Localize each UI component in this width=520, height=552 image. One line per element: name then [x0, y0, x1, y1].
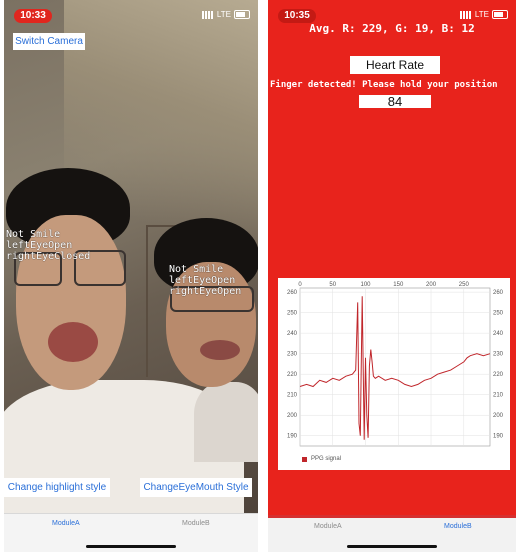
change-highlight-style-button[interactable]: Change highlight style: [4, 478, 110, 497]
status-bar: 10:33 LTE: [4, 0, 258, 28]
ppg-signal-line: [299, 296, 491, 440]
x-tick-label: 50: [329, 282, 336, 288]
person2-shirt: [194, 382, 258, 462]
home-indicator: [86, 545, 176, 548]
y-tick-label-left: 260: [287, 290, 298, 296]
tab-module-a[interactable]: ModuleA: [52, 520, 80, 527]
x-tick-label: 0: [298, 282, 302, 288]
battery-icon: [234, 10, 250, 19]
bpm-value: 84: [359, 95, 431, 108]
y-tick-label-left: 240: [287, 331, 298, 337]
x-tick-label: 250: [459, 282, 470, 288]
change-eye-mouth-style-button[interactable]: ChangeEyeMouth Style: [140, 478, 252, 497]
status-time: 10:33: [14, 9, 52, 23]
x-tick-label: 100: [361, 282, 372, 288]
average-rgb-label: Avg. R: 229, G: 19, B: 12: [309, 22, 475, 35]
face1-detection-label: Not Smile leftEyeOpen rightEyeClosed: [6, 229, 91, 262]
x-tick-label: 200: [426, 282, 437, 288]
face-detection-screen: 10:33 LTE Switch Camera Not Smile leftEy…: [4, 0, 258, 552]
status-time: 10:35: [278, 9, 316, 23]
y-tick-label-right: 260: [493, 290, 504, 296]
person1-mouth: [48, 322, 98, 362]
network-label: LTE: [474, 10, 489, 19]
ppg-chart: 190 190 200 200 210 210 220 220 230 230 240 240 250 2…: [278, 278, 510, 470]
signal-icon: [201, 10, 214, 19]
y-tick-label-right: 230: [493, 352, 504, 358]
legend-label: PPG signal: [311, 456, 342, 462]
finger-detected-message: Finger detected! Please hold your positi…: [270, 80, 498, 90]
tab-module-b[interactable]: ModuleB: [444, 523, 472, 530]
switch-camera-button[interactable]: Switch Camera: [13, 33, 85, 50]
battery-icon: [492, 10, 508, 19]
chart-legend: PPG signal: [302, 456, 341, 462]
y-tick-label-left: 220: [287, 372, 298, 378]
y-tick-label-right: 190: [493, 434, 504, 440]
heart-rate-screen: 10:35 LTE Avg. R: 229, G: 19, B: 12 Hear…: [268, 0, 516, 552]
heart-rate-title: Heart Rate: [350, 56, 440, 74]
y-tick-label-left: 200: [287, 413, 298, 419]
network-label: LTE: [216, 10, 231, 19]
y-tick-label-left: 190: [287, 434, 298, 440]
person2-mouth: [200, 340, 240, 360]
status-icons: LTE: [459, 10, 508, 19]
legend-swatch: [302, 456, 307, 462]
tab-module-a[interactable]: ModuleA: [314, 523, 342, 530]
signal-icon: [459, 10, 472, 19]
plot-frame: [299, 287, 491, 447]
y-tick-label-right: 240: [493, 331, 504, 337]
ppg-chart-svg: 190 190 200 200 210 210 220 220 230 230 240 240 250 2…: [287, 282, 504, 447]
tab-bar: ModuleA ModuleB: [4, 513, 258, 552]
y-tick-label-left: 210: [287, 393, 298, 399]
home-indicator: [347, 545, 437, 548]
y-tick-label-right: 210: [493, 393, 504, 399]
y-tick-label-right: 220: [493, 372, 504, 378]
tab-bar: ModuleA ModuleB: [268, 515, 516, 552]
y-tick-label-left: 230: [287, 352, 298, 358]
y-tick-label-right: 250: [493, 311, 504, 317]
x-tick-label: 150: [393, 282, 404, 288]
tab-module-b[interactable]: ModuleB: [182, 520, 210, 527]
y-tick-label-left: 250: [287, 311, 298, 317]
y-tick-label-right: 200: [493, 413, 504, 419]
status-icons: LTE: [201, 10, 250, 19]
face2-detection-label: Not Smile leftEyeOpen rightEyeOpen: [169, 264, 242, 297]
